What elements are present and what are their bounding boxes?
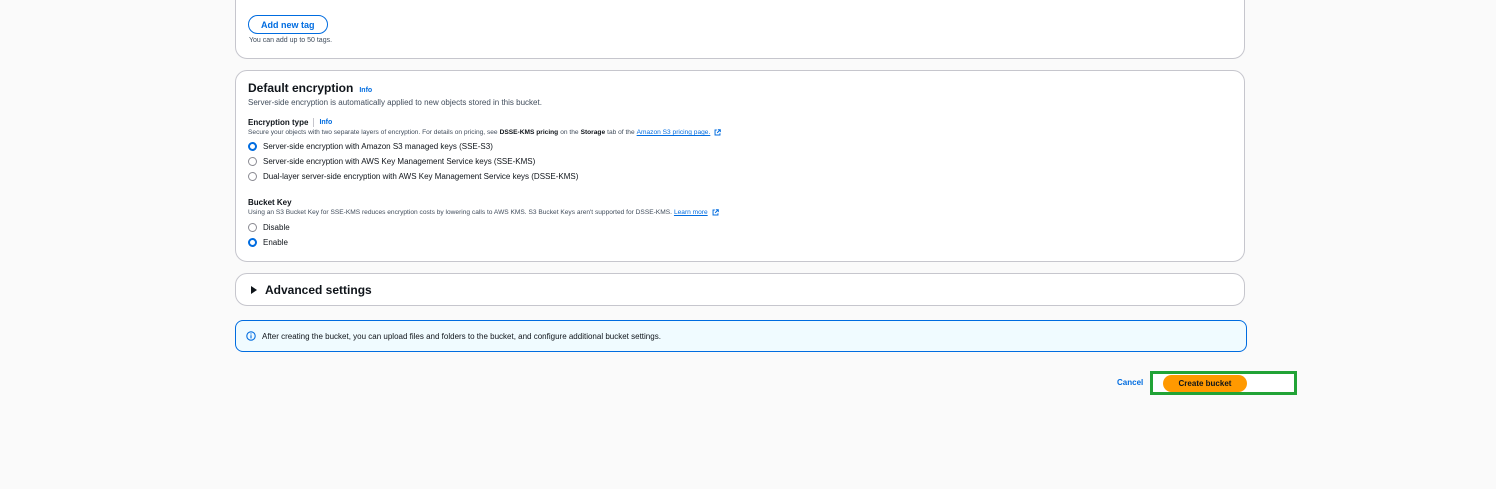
advanced-settings-label: Advanced settings xyxy=(265,282,372,297)
encryption-type-desc-bold-storage: Storage xyxy=(580,129,606,136)
default-encryption-panel: Default encryption Info Server-side encr… xyxy=(235,70,1245,262)
page: Add new tag You can add up to 50 tags. D… xyxy=(0,0,1496,489)
bucket-key-desc-text: Using an S3 Bucket Key for SSE-KMS reduc… xyxy=(248,209,672,216)
create-bucket-button[interactable]: Create bucket xyxy=(1163,375,1247,392)
advanced-settings-expander[interactable]: Advanced settings xyxy=(235,273,1245,306)
default-encryption-description: Server-side encryption is automatically … xyxy=(248,98,542,107)
bucket-key-description: Using an S3 Bucket Key for SSE-KMS reduc… xyxy=(248,209,719,216)
info-alert: After creating the bucket, you can uploa… xyxy=(235,320,1247,352)
encryption-type-desc-pre: Secure your objects with two separate la… xyxy=(248,129,498,136)
encryption-type-desc-post: tab of the xyxy=(607,129,635,136)
encryption-type-desc-mid: on the xyxy=(560,129,579,136)
external-link-icon xyxy=(714,129,722,136)
info-icon xyxy=(246,331,256,341)
encryption-type-title: Encryption type xyxy=(248,118,309,127)
tags-panel: Add new tag You can add up to 50 tags. xyxy=(235,0,1245,59)
radio-option-dsse-kms[interactable]: Dual-layer server-side encryption with A… xyxy=(248,172,578,181)
default-encryption-heading: Default encryption Info xyxy=(248,81,372,95)
add-new-tag-button[interactable]: Add new tag xyxy=(248,15,328,34)
radio-label: Dual-layer server-side encryption with A… xyxy=(263,172,579,181)
radio-option-bucket-key-disable[interactable]: Disable xyxy=(248,223,290,232)
radio-option-sse-s3[interactable]: Server-side encryption with Amazon S3 ma… xyxy=(248,142,493,151)
radio-button[interactable] xyxy=(248,157,257,166)
default-encryption-info-link[interactable]: Info xyxy=(359,87,372,94)
radio-button[interactable] xyxy=(248,172,257,181)
radio-label: Enable xyxy=(263,238,288,247)
learn-more-link[interactable]: Learn more xyxy=(674,209,708,216)
radio-label: Disable xyxy=(263,223,290,232)
radio-button[interactable] xyxy=(248,223,257,232)
separator xyxy=(313,118,315,127)
cancel-button[interactable]: Cancel xyxy=(1117,378,1143,387)
default-encryption-title: Default encryption xyxy=(248,81,354,95)
s3-pricing-page-link[interactable]: Amazon S3 pricing page. xyxy=(637,129,711,136)
radio-option-bucket-key-enable[interactable]: Enable xyxy=(248,238,288,247)
caret-right-icon xyxy=(251,285,257,294)
encryption-type-desc-bold-pricing: DSSE-KMS pricing xyxy=(499,129,559,136)
encryption-type-info-link[interactable]: Info xyxy=(319,119,332,126)
bucket-key-heading: Bucket Key xyxy=(248,198,292,207)
info-alert-text: After creating the bucket, you can uploa… xyxy=(262,331,661,341)
radio-label: Server-side encryption with Amazon S3 ma… xyxy=(263,142,493,151)
bucket-key-title: Bucket Key xyxy=(248,198,292,207)
external-link-icon xyxy=(712,209,719,216)
encryption-type-heading: Encryption type Info xyxy=(248,118,332,127)
radio-label: Server-side encryption with AWS Key Mana… xyxy=(263,157,536,166)
tags-hint: You can add up to 50 tags. xyxy=(249,37,333,44)
encryption-type-description: Secure your objects with two separate la… xyxy=(248,129,722,136)
radio-button[interactable] xyxy=(248,238,257,247)
radio-option-sse-kms[interactable]: Server-side encryption with AWS Key Mana… xyxy=(248,157,535,166)
radio-button[interactable] xyxy=(248,142,257,151)
